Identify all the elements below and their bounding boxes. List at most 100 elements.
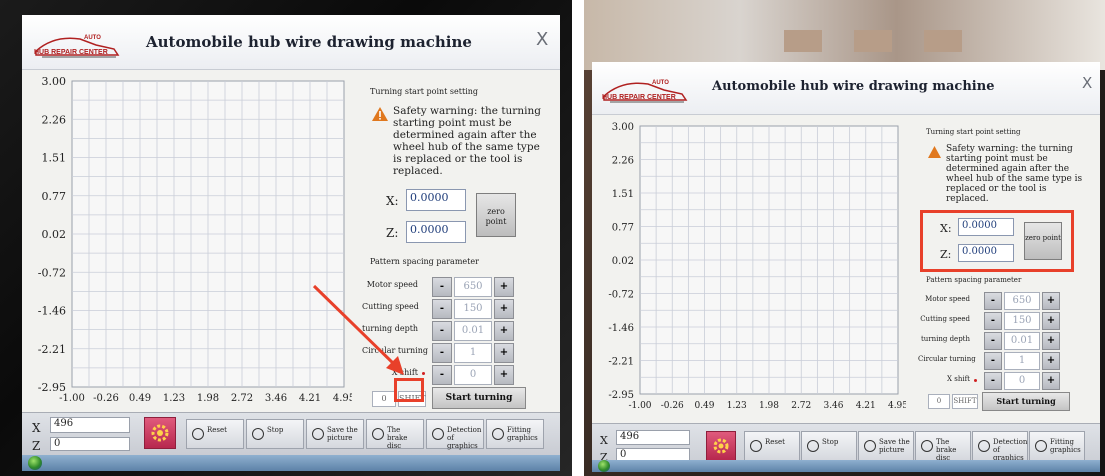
- shift-button[interactable]: SHIFT: [398, 391, 426, 407]
- param-value[interactable]: 650: [1004, 292, 1040, 310]
- gear-button[interactable]: [144, 417, 176, 449]
- increment-button[interactable]: +: [1042, 292, 1060, 310]
- stop-icon: [252, 428, 264, 440]
- decrement-button[interactable]: -: [432, 277, 452, 297]
- z-start-input[interactable]: 0.0000: [406, 221, 466, 243]
- plot-grid: 3.00 2.26 1.51 0.77 0.02 -0.72 -1.46 -2.21 -2.95…: [608, 122, 908, 411]
- reset-button[interactable]: Reset: [744, 431, 800, 461]
- tool-button-label: Save the picture: [879, 438, 910, 454]
- param-value[interactable]: 1: [1004, 352, 1040, 370]
- tool-button-label: Stop: [822, 438, 839, 446]
- fitting-graphics-button[interactable]: Fitting graphics: [1029, 431, 1085, 461]
- increment-button[interactable]: +: [494, 365, 514, 385]
- fitting-icon: [1035, 440, 1047, 452]
- start-orb-icon[interactable]: [28, 456, 42, 470]
- increment-button[interactable]: +: [1042, 352, 1060, 370]
- decrement-button[interactable]: -: [984, 372, 1002, 390]
- tool-button-label: Detection of graphics: [447, 426, 482, 450]
- x-tick-label: 2.72: [791, 401, 811, 411]
- increment-button[interactable]: +: [1042, 312, 1060, 330]
- x-readout-value: 496: [616, 430, 690, 445]
- increment-button[interactable]: +: [494, 343, 514, 363]
- param-label: Circular turning: [362, 346, 429, 355]
- y-tick-label: 0.02: [42, 228, 67, 241]
- hub-repair-logo: AUTO HUB REPAIR CENTER: [602, 76, 690, 106]
- param-value[interactable]: 0.01: [454, 321, 492, 341]
- param-value[interactable]: 0: [1004, 372, 1040, 390]
- param-label: Motor speed: [366, 280, 418, 289]
- detection-of-graphics-button[interactable]: Detection of graphics: [426, 419, 484, 450]
- param-value[interactable]: 650: [454, 277, 492, 297]
- x-start-input[interactable]: 0.0000: [406, 189, 466, 211]
- param-value[interactable]: 1: [454, 343, 492, 363]
- param-label: Cutting speed: [920, 315, 970, 323]
- x-readout-value: 496: [50, 417, 130, 433]
- increment-button[interactable]: +: [494, 277, 514, 297]
- increment-button[interactable]: +: [494, 299, 514, 319]
- param-value[interactable]: 0: [454, 365, 492, 385]
- decrement-button[interactable]: -: [984, 352, 1002, 370]
- param-label: Cutting speed: [362, 302, 419, 311]
- decrement-button[interactable]: -: [984, 292, 1002, 310]
- param-value[interactable]: 150: [1004, 312, 1040, 330]
- close-icon[interactable]: X: [1082, 74, 1092, 92]
- decrement-button[interactable]: -: [984, 332, 1002, 350]
- decrement-button[interactable]: -: [432, 321, 452, 341]
- x-readout-label: X: [600, 434, 608, 447]
- decrement-button[interactable]: -: [432, 343, 452, 363]
- y-tick-label: 1.51: [612, 189, 634, 200]
- small-value-box[interactable]: 0: [372, 391, 396, 407]
- reset-icon: [192, 428, 204, 440]
- x-tick-label: 4.95: [888, 401, 906, 411]
- x-tick-label: 3.46: [823, 401, 843, 411]
- x-tick-label: -0.26: [93, 393, 119, 404]
- x-start-input[interactable]: 0.0000: [958, 218, 1014, 236]
- y-tick-label: 2.26: [42, 113, 67, 126]
- decrement-button[interactable]: -: [432, 365, 452, 385]
- profile-plot: 3.00 2.26 1.51 0.77 0.02 -0.72 -1.46 -2.21 -2.95…: [592, 118, 908, 418]
- z-readout-label: Z: [32, 439, 41, 453]
- detection-of-graphics-button[interactable]: Detection of graphics: [972, 431, 1028, 462]
- increment-button[interactable]: +: [1042, 372, 1060, 390]
- zero-point-button[interactable]: zero point: [476, 193, 516, 237]
- logo-text: HUB REPAIR CENTER: [602, 94, 676, 101]
- increment-button[interactable]: +: [494, 321, 514, 341]
- the-brake-disc-button[interactable]: The brake disc: [366, 419, 424, 450]
- reset-icon: [750, 440, 762, 452]
- title-bar: AUTO HUB REPAIR CENTER Automobile hub wi…: [22, 15, 560, 70]
- small-value-box[interactable]: 0: [928, 394, 950, 409]
- save-the-picture-button[interactable]: Save the picture: [858, 431, 914, 461]
- start-turning-button[interactable]: Start turning: [982, 392, 1070, 411]
- logo-auto-text: AUTO: [652, 80, 669, 86]
- status-dot: [974, 379, 977, 382]
- save-the-picture-button[interactable]: Save the picture: [306, 419, 364, 449]
- decrement-button[interactable]: -: [984, 312, 1002, 330]
- tool-button-label: Fitting graphics: [507, 426, 538, 442]
- stop-button[interactable]: Stop: [801, 431, 857, 461]
- y-tick-label: -1.46: [608, 323, 634, 334]
- hub-repair-logo: AUTO HUB REPAIR CENTER: [34, 31, 122, 61]
- gear-button[interactable]: [706, 431, 736, 461]
- y-tick-label: 0.77: [612, 223, 634, 234]
- save-icon: [864, 440, 876, 452]
- close-icon[interactable]: X: [536, 29, 548, 50]
- shift-button[interactable]: SHIFT: [952, 394, 978, 409]
- fitting-graphics-button[interactable]: Fitting graphics: [486, 419, 544, 449]
- x-tick-label: -1.00: [628, 401, 651, 411]
- x-tick-label: 1.98: [197, 393, 219, 404]
- stop-button[interactable]: Stop: [246, 419, 304, 449]
- reset-button[interactable]: Reset: [186, 419, 244, 449]
- param-value[interactable]: 150: [454, 299, 492, 319]
- increment-button[interactable]: +: [1042, 332, 1060, 350]
- the-brake-disc-button[interactable]: The brake disc: [915, 431, 971, 462]
- tool-button-label: Reset: [765, 438, 785, 446]
- brake-disc-icon: [921, 440, 933, 452]
- decrement-button[interactable]: -: [432, 299, 452, 319]
- param-value[interactable]: 0.01: [1004, 332, 1040, 350]
- start-orb-icon[interactable]: [598, 460, 610, 472]
- settings-panel: Turning start point setting Safety warni…: [918, 124, 1100, 414]
- safety-warning: Safety warning: the turning starting poi…: [946, 144, 1083, 204]
- z-start-input[interactable]: 0.0000: [958, 244, 1014, 262]
- zero-point-button[interactable]: zero point: [1024, 222, 1062, 260]
- start-turning-button[interactable]: Start turning: [432, 387, 526, 409]
